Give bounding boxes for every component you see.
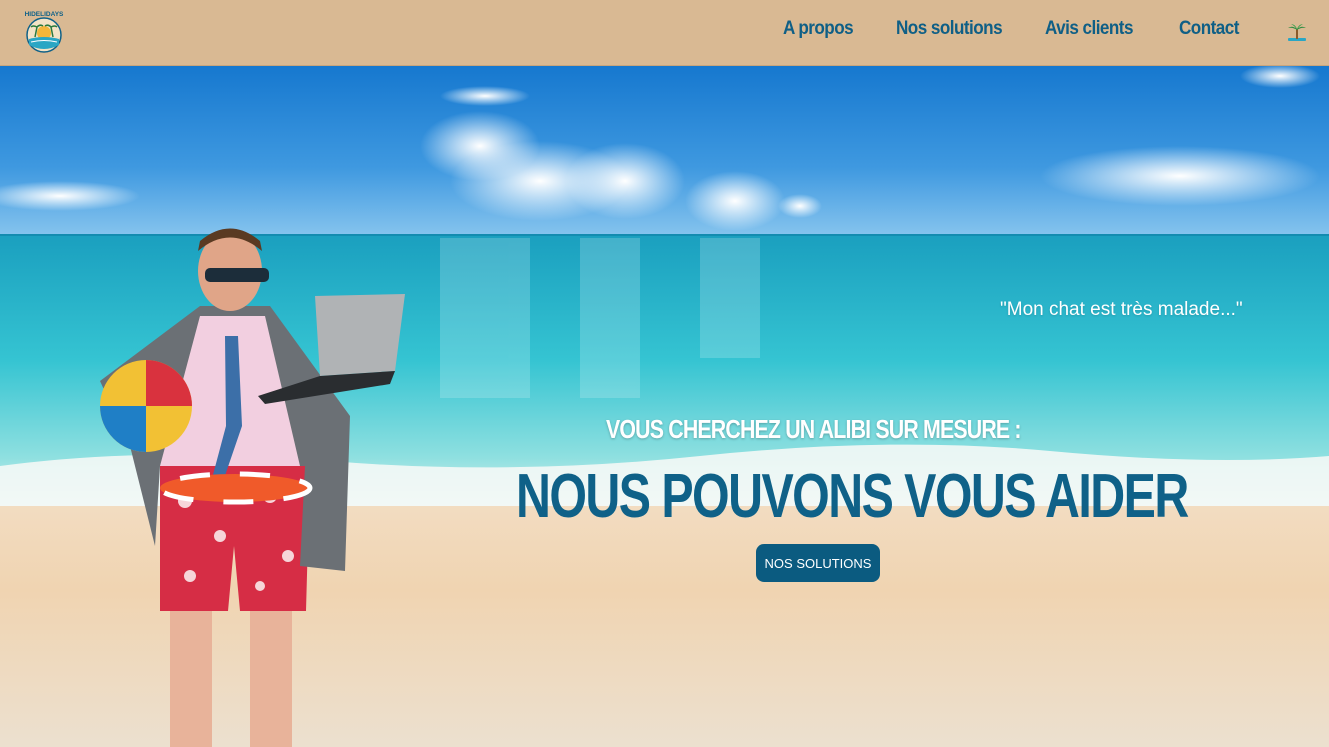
hero-headline: NOUS POUVONS VOUS AIDER [516,462,1189,531]
logo-text: HIDELIDAYS [25,11,64,18]
top-navbar: HIDELIDAYS A propos Nos solutions Avis c… [0,0,1329,66]
hero-section: "Mon chat est très malade..." VOUS CHERC… [0,66,1329,747]
hero-subheadline: VOUS CHERCHEZ UN ALIBI SUR MESURE : [606,414,1022,444]
palm-tree-icon[interactable] [1286,21,1308,43]
businessman-image [100,228,405,747]
nav-link-contact[interactable]: Contact [1179,18,1239,40]
hero-quote: "Mon chat est très malade..." [1000,299,1243,320]
brand-logo[interactable]: HIDELIDAYS [21,9,67,55]
nav-link-a-propos[interactable]: A propos [783,18,854,40]
nos-solutions-button[interactable]: NOS SOLUTIONS [756,544,880,582]
nav-link-avis-clients[interactable]: Avis clients [1045,18,1133,40]
nav-link-nos-solutions[interactable]: Nos solutions [896,18,1003,40]
